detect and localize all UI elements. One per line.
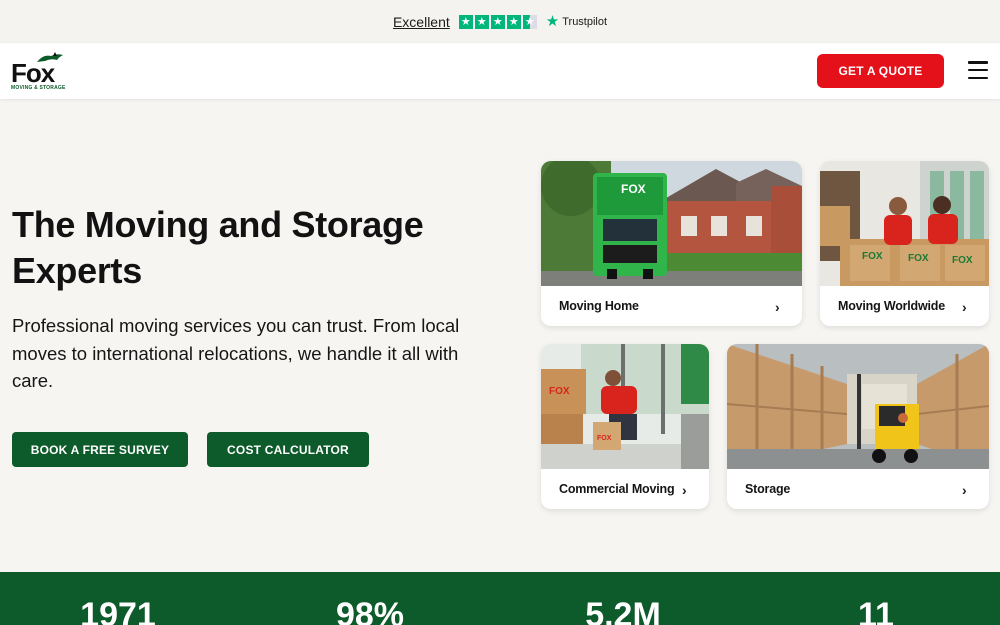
stat-value: 11 bbox=[858, 596, 894, 625]
hamburger-menu-icon[interactable] bbox=[968, 61, 988, 79]
moving-home-image: FOX bbox=[541, 161, 802, 286]
hero-title: The Moving and Storage Experts bbox=[12, 202, 482, 294]
chevron-right-icon: › bbox=[962, 482, 967, 498]
hero-subtitle: Professional moving services you can tru… bbox=[12, 315, 460, 391]
star-icon: ★ bbox=[474, 14, 489, 29]
trustpilot-rating-label[interactable]: Excellent bbox=[393, 14, 450, 30]
logo-tagline: MOVING & STORAGE bbox=[11, 85, 66, 91]
get-a-quote-button[interactable]: GET A QUOTE bbox=[817, 54, 944, 88]
star-icon: ★ bbox=[490, 14, 505, 29]
chevron-right-icon: › bbox=[962, 299, 967, 315]
commercial-moving-image: FOX FOX bbox=[541, 344, 709, 469]
service-card-moving-home[interactable]: FOX Moving Home › bbox=[541, 161, 802, 326]
svg-text:FOX: FOX bbox=[908, 253, 929, 264]
site-header: Fox MOVING & STORAGE GET A QUOTE bbox=[0, 43, 1000, 99]
stats-band: 1971 98% 5.2M 11 bbox=[0, 572, 1000, 625]
svg-text:FOX: FOX bbox=[597, 435, 612, 442]
chevron-right-icon: › bbox=[775, 299, 780, 315]
book-free-survey-button[interactable]: BOOK A FREE SURVEY bbox=[12, 432, 188, 467]
star-icon: ★ bbox=[506, 14, 521, 29]
hero-title-line2: Experts bbox=[12, 250, 142, 291]
trustpilot-stars: ★ ★ ★ ★ ★ bbox=[458, 14, 537, 29]
service-card-label: Commercial Moving bbox=[559, 482, 675, 496]
trustpilot-logo: ★ Trustpilot bbox=[546, 14, 607, 29]
service-card-commercial-moving[interactable]: FOX FOX Commercial Moving › bbox=[541, 344, 709, 509]
logo-wordmark: Fox bbox=[11, 58, 55, 88]
moving-worldwide-image: FOX FOX FOX bbox=[820, 161, 989, 286]
service-card-label: Storage bbox=[745, 482, 791, 496]
service-card-moving-worldwide[interactable]: FOX FOX FOX Moving Worldwide › bbox=[820, 161, 989, 326]
half-star-icon: ★ bbox=[522, 14, 537, 29]
trustpilot-star-icon: ★ bbox=[545, 13, 560, 30]
stat-value: 1971 bbox=[80, 596, 156, 625]
svg-text:FOX: FOX bbox=[862, 251, 883, 262]
service-card-label: Moving Home bbox=[559, 299, 639, 313]
trustpilot-brand: Trustpilot bbox=[562, 15, 608, 28]
fox-logo[interactable]: Fox MOVING & STORAGE bbox=[11, 52, 66, 92]
stat-value: 5.2M bbox=[585, 596, 661, 625]
svg-text:FOX: FOX bbox=[952, 255, 973, 266]
storage-image bbox=[727, 344, 989, 469]
trustpilot-bar[interactable]: Excellent ★ ★ ★ ★ ★ ★ Trustpilot bbox=[0, 0, 1000, 43]
service-card-label: Moving Worldwide bbox=[838, 299, 945, 313]
stat-value: 98% bbox=[335, 596, 405, 625]
svg-text:FOX: FOX bbox=[621, 182, 646, 196]
hero-title-line1: The Moving and Storage bbox=[12, 204, 424, 245]
chevron-right-icon: › bbox=[682, 482, 687, 498]
cost-calculator-button[interactable]: COST CALCULATOR bbox=[207, 432, 369, 467]
star-icon: ★ bbox=[458, 14, 473, 29]
service-card-storage[interactable]: Storage › bbox=[727, 344, 989, 509]
svg-text:FOX: FOX bbox=[549, 386, 570, 397]
